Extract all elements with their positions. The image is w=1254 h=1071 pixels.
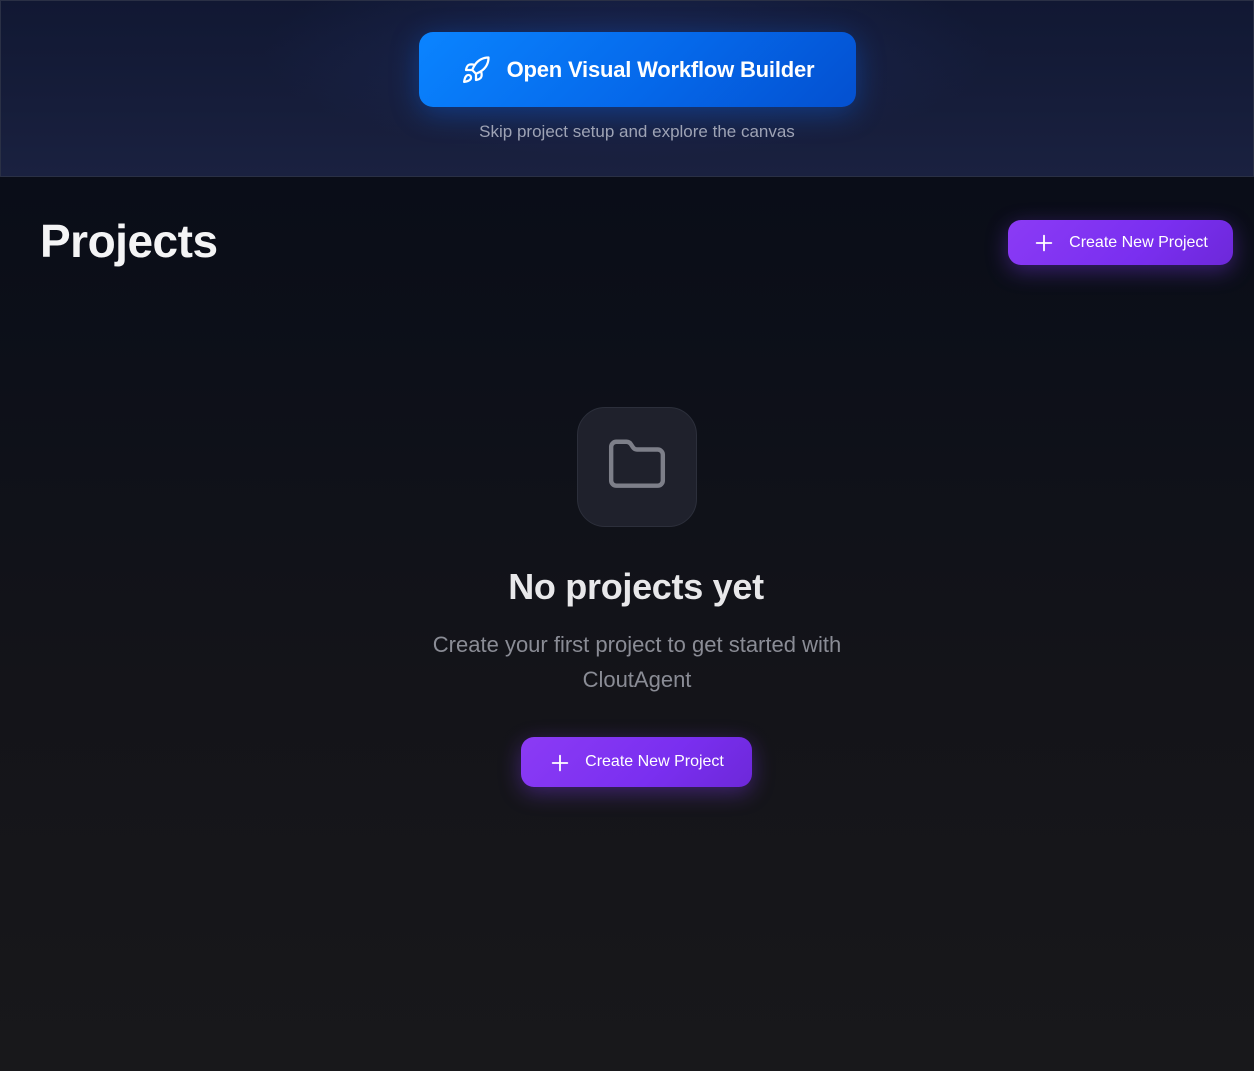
workflow-banner: Open Visual Workflow Builder Skip projec… (0, 0, 1254, 177)
header-create-project-label: Create New Project (1069, 233, 1208, 251)
empty-state-description: Create your first project to get started… (432, 632, 842, 692)
app-root: Open Visual Workflow Builder Skip projec… (0, 0, 1254, 1071)
empty-state-icon-box (577, 407, 697, 527)
banner-subtitle: Skip project setup and explore the canva… (479, 122, 795, 141)
open-workflow-builder-button[interactable]: Open Visual Workflow Builder (419, 32, 856, 107)
plus-icon (1033, 232, 1055, 254)
open-workflow-builder-label: Open Visual Workflow Builder (506, 56, 815, 82)
empty-state-title: No projects yet (508, 566, 764, 607)
page-title: Projects (40, 215, 218, 267)
plus-icon (549, 751, 571, 773)
rocket-icon (461, 55, 491, 85)
folder-icon (606, 434, 668, 501)
header-create-project-button[interactable]: Create New Project (1008, 220, 1233, 265)
empty-state-create-project-button[interactable]: Create New Project (521, 737, 752, 787)
empty-state-create-project-label: Create New Project (585, 753, 724, 770)
